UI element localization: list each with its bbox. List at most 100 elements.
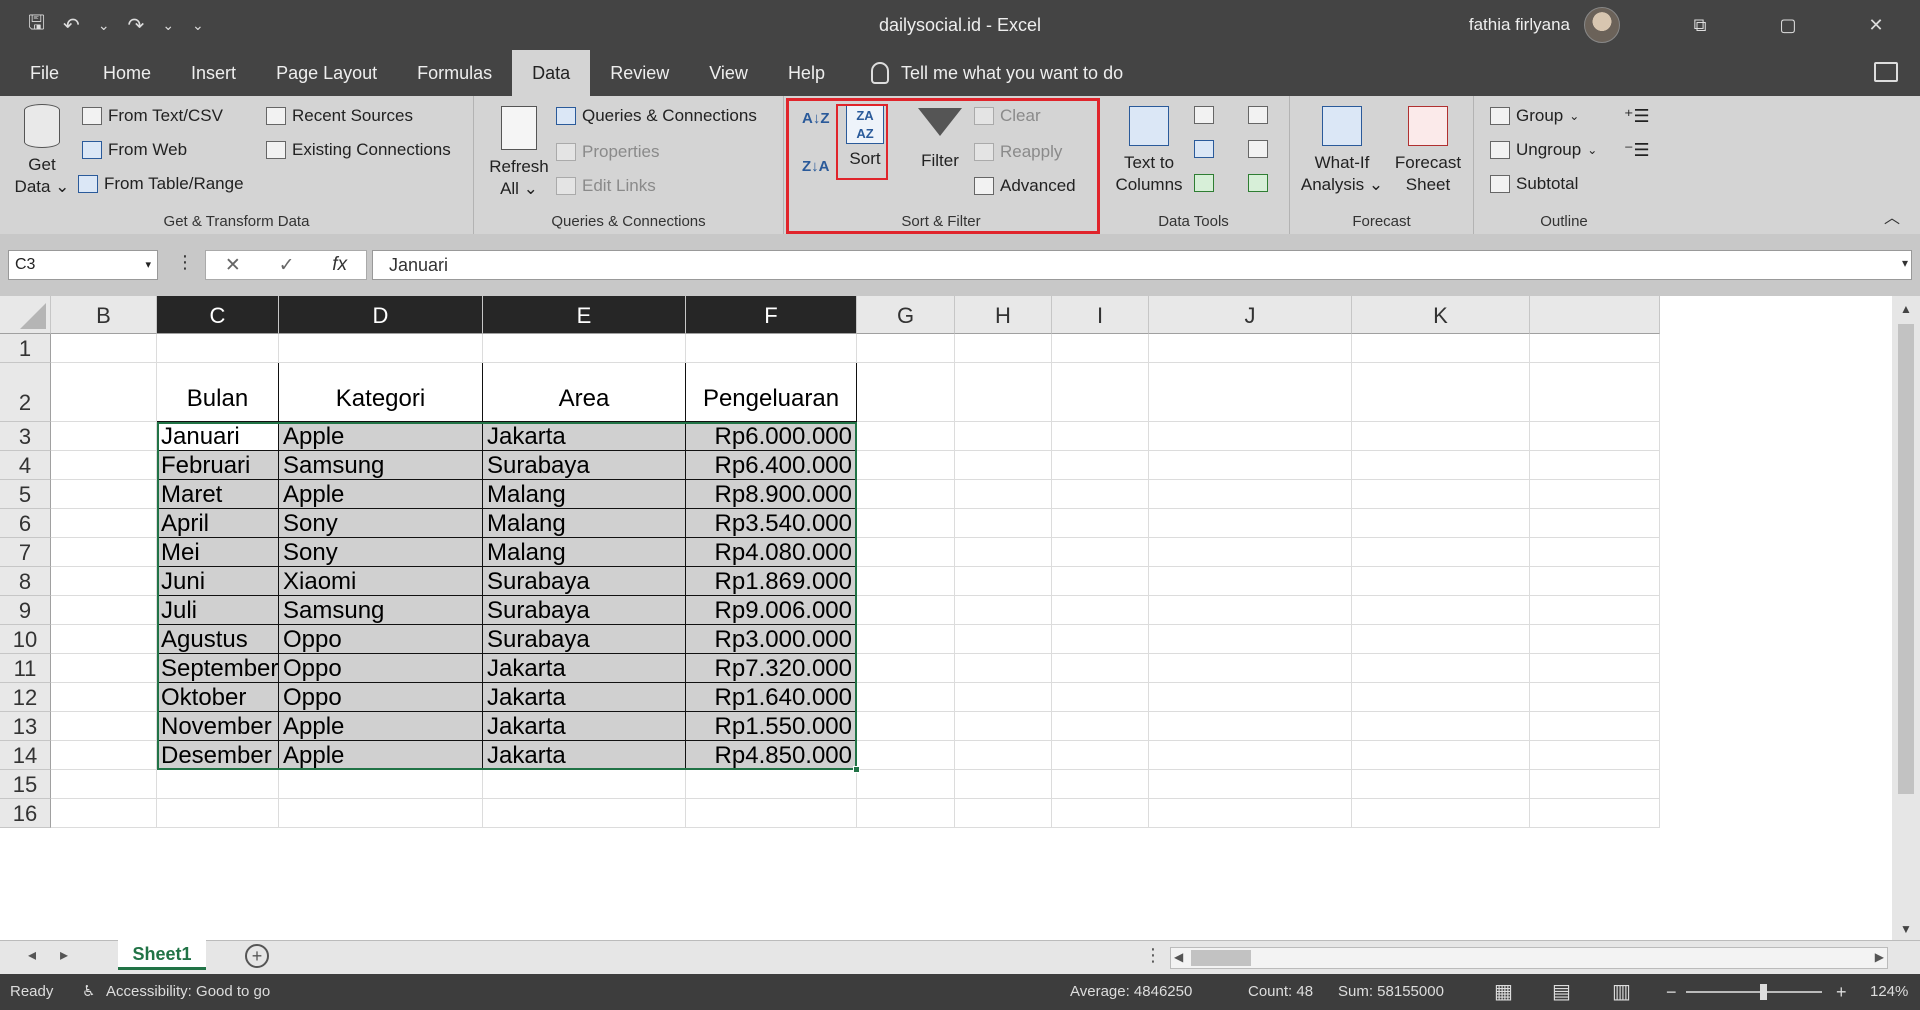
cell[interactable] xyxy=(1352,712,1530,741)
table-cell[interactable]: Maret xyxy=(157,480,279,509)
cell[interactable] xyxy=(1052,363,1149,422)
sheet-tab-sheet1[interactable]: Sheet1 xyxy=(118,940,206,970)
table-cell[interactable]: Juli xyxy=(157,596,279,625)
table-cell[interactable]: Samsung xyxy=(279,596,483,625)
cell[interactable] xyxy=(955,741,1052,770)
table-cell[interactable]: Oppo xyxy=(279,683,483,712)
table-cell[interactable]: Surabaya xyxy=(483,567,686,596)
table-cell[interactable]: Oppo xyxy=(279,625,483,654)
table-cell[interactable]: Rp4.080.000 xyxy=(686,538,857,567)
cell[interactable] xyxy=(955,596,1052,625)
normal-view-icon[interactable]: ▦ xyxy=(1494,974,1513,1010)
cell[interactable] xyxy=(857,799,955,828)
comments-icon[interactable] xyxy=(1874,62,1898,82)
table-cell[interactable]: Apple xyxy=(279,422,483,451)
horizontal-scroll-thumb[interactable] xyxy=(1191,950,1251,966)
cell[interactable] xyxy=(1352,451,1530,480)
table-cell[interactable]: April xyxy=(157,509,279,538)
cell[interactable] xyxy=(955,770,1052,799)
formula-input[interactable]: Januari xyxy=(372,250,1912,280)
cell[interactable] xyxy=(1530,596,1660,625)
column-header-k[interactable]: K xyxy=(1352,296,1530,334)
cell[interactable] xyxy=(1052,567,1149,596)
cell[interactable] xyxy=(857,770,955,799)
edit-links-button[interactable]: Edit Links xyxy=(556,176,656,196)
hide-detail-button[interactable]: ⁻☰ xyxy=(1624,140,1650,161)
cell[interactable] xyxy=(857,567,955,596)
cell[interactable] xyxy=(1530,451,1660,480)
cell[interactable] xyxy=(857,480,955,509)
cell[interactable] xyxy=(51,625,157,654)
cell[interactable] xyxy=(1530,363,1660,422)
table-cell[interactable]: Jakarta xyxy=(483,683,686,712)
table-cell[interactable]: Rp3.540.000 xyxy=(686,509,857,538)
tab-page-layout[interactable]: Page Layout xyxy=(256,50,397,96)
cell[interactable] xyxy=(955,480,1052,509)
cell[interactable] xyxy=(1352,741,1530,770)
row-header-10[interactable]: 10 xyxy=(0,625,51,654)
cell[interactable] xyxy=(1149,741,1352,770)
from-web-button[interactable]: From Web xyxy=(82,140,187,160)
cell[interactable] xyxy=(1052,770,1149,799)
collapse-ribbon-icon[interactable]: ︿ xyxy=(1884,204,1900,228)
row-header-6[interactable]: 6 xyxy=(0,509,51,538)
redo-icon[interactable]: ↷ xyxy=(128,13,145,38)
cell[interactable] xyxy=(51,770,157,799)
cell[interactable] xyxy=(1352,363,1530,422)
cell[interactable] xyxy=(1352,422,1530,451)
cell[interactable] xyxy=(1530,654,1660,683)
table-cell[interactable]: Oktober xyxy=(157,683,279,712)
user-account[interactable]: fathia firlyana xyxy=(1469,0,1620,50)
chevron-down-icon[interactable]: ▾ xyxy=(145,251,151,279)
cell[interactable] xyxy=(1530,422,1660,451)
table-cell[interactable]: Malang xyxy=(483,480,686,509)
table-cell[interactable]: Sony xyxy=(279,509,483,538)
row-header-3[interactable]: 3 xyxy=(0,422,51,451)
show-detail-button[interactable]: ⁺☰ xyxy=(1624,106,1650,127)
prev-sheet-icon[interactable]: ◂ xyxy=(28,945,36,965)
status-count[interactable]: Count: 48 xyxy=(1248,974,1313,1010)
name-box[interactable]: C3 ▾ xyxy=(8,250,158,280)
row-header-1[interactable]: 1 xyxy=(0,334,51,363)
existing-connections-button[interactable]: Existing Connections xyxy=(266,140,451,160)
group-button[interactable]: Group ⌄ xyxy=(1490,106,1579,126)
column-header-c[interactable]: C xyxy=(157,296,279,334)
column-header-i[interactable]: I xyxy=(1052,296,1149,334)
cell[interactable] xyxy=(1352,654,1530,683)
table-cell[interactable]: Samsung xyxy=(279,451,483,480)
scroll-up-icon[interactable]: ▲ xyxy=(1900,302,1912,316)
cell[interactable] xyxy=(857,363,955,422)
cell[interactable] xyxy=(1052,509,1149,538)
row-header-11[interactable]: 11 xyxy=(0,654,51,683)
cell[interactable] xyxy=(51,712,157,741)
cell[interactable] xyxy=(857,654,955,683)
cell[interactable] xyxy=(1052,625,1149,654)
cell[interactable] xyxy=(1149,538,1352,567)
cell[interactable] xyxy=(1052,741,1149,770)
cell[interactable] xyxy=(1352,625,1530,654)
cell[interactable] xyxy=(51,741,157,770)
scroll-down-icon[interactable]: ▼ xyxy=(1900,922,1912,936)
cell[interactable] xyxy=(1149,654,1352,683)
accessibility-icon[interactable]: ♿ xyxy=(82,974,95,1010)
table-cell[interactable]: November xyxy=(157,712,279,741)
cell[interactable] xyxy=(955,799,1052,828)
table-cell[interactable]: Xiaomi xyxy=(279,567,483,596)
column-header-e[interactable]: E xyxy=(483,296,686,334)
consolidate-button[interactable] xyxy=(1248,106,1268,124)
table-cell[interactable]: Surabaya xyxy=(483,625,686,654)
cell[interactable] xyxy=(1352,538,1530,567)
page-break-view-icon[interactable]: ▥ xyxy=(1612,974,1631,1010)
flash-fill-button[interactable] xyxy=(1194,106,1214,124)
cell[interactable] xyxy=(1149,509,1352,538)
cell[interactable] xyxy=(1149,596,1352,625)
ribbon-display-icon[interactable]: ⧉ xyxy=(1656,0,1744,50)
column-header-d[interactable]: D xyxy=(279,296,483,334)
cell[interactable] xyxy=(1149,480,1352,509)
cell[interactable] xyxy=(51,334,157,363)
row-header-12[interactable]: 12 xyxy=(0,683,51,712)
cell[interactable] xyxy=(1352,567,1530,596)
cell[interactable] xyxy=(955,363,1052,422)
cell[interactable] xyxy=(1052,683,1149,712)
cell[interactable] xyxy=(955,334,1052,363)
